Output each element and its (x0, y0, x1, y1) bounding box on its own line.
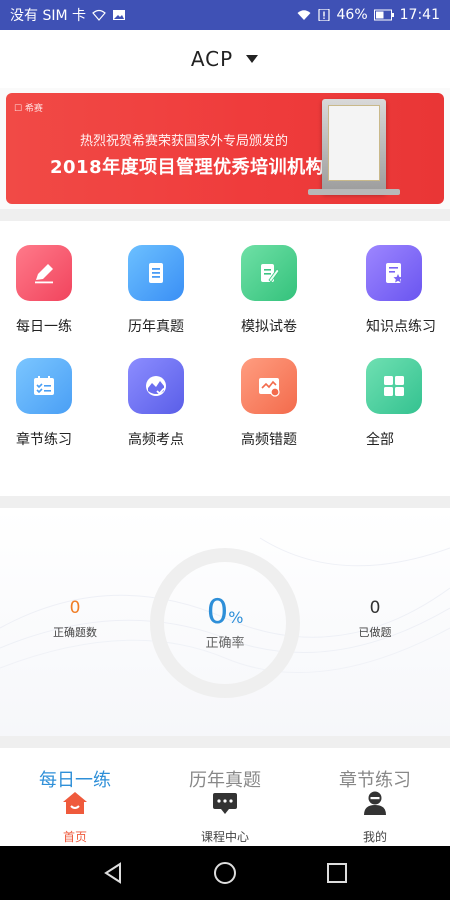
tab-course-center[interactable]: 历年真题 课程中心 (150, 748, 300, 846)
home-icon (63, 792, 87, 814)
banner-subtitle: 热烈祝贺希赛荣获国家外专局颁发的 (80, 134, 289, 149)
recents-icon[interactable] (323, 859, 351, 887)
banner-container: ☐ 希赛 热烈祝贺希赛荣获国家外专局颁发的 2018年度项目管理优秀培训机构 (0, 88, 450, 209)
grid-item-label: 章节练习 (16, 432, 72, 448)
course-selector[interactable]: ACP (0, 30, 450, 88)
status-bar: 没有 SIM 卡 46% 17:41 (0, 0, 450, 30)
rate-label: 正确率 (205, 636, 245, 651)
tab-bottom-label: 我的 (362, 830, 387, 844)
plaque-stand (308, 189, 400, 195)
page-title: ACP (190, 47, 234, 71)
clock: 17:41 (399, 7, 440, 23)
pencil-icon (16, 245, 72, 301)
grid-four-icon (366, 358, 422, 414)
wifi-signal-icon (297, 10, 311, 20)
grid-item-frequent-errors[interactable]: 高频错题 (225, 334, 337, 448)
stats-panel: 0 正确题数 0% 正确率 0 已做题 (0, 508, 450, 736)
tab-top-label: 每日一练 (39, 770, 111, 791)
wifi-icon (92, 9, 106, 21)
rate-unit: % (228, 608, 244, 627)
promo-banner[interactable]: ☐ 希赛 热烈祝贺希赛荣获国家外专局颁发的 2018年度项目管理优秀培训机构 (6, 93, 444, 204)
star-note-icon (366, 245, 422, 301)
battery-percent: 46% (336, 7, 368, 23)
grid-item-all[interactable]: 全部 (350, 334, 450, 448)
alert-icon (317, 9, 330, 21)
gauge-check-icon (128, 358, 184, 414)
tab-home[interactable]: 每日一练 首页 (0, 748, 150, 846)
grid-item-daily-practice[interactable]: 每日一练 (0, 221, 112, 335)
carrier-text: 没有 SIM 卡 (10, 8, 86, 24)
person-icon (364, 791, 386, 815)
divider (0, 496, 450, 508)
grid-item-label: 全部 (366, 432, 394, 448)
grid-item-label: 每日一练 (16, 319, 72, 335)
banner-title: 2018年度项目管理优秀培训机构 (50, 157, 325, 178)
back-icon[interactable] (100, 859, 128, 887)
grid-item-label: 模拟试卷 (241, 319, 297, 335)
done-count-label: 已做题 (358, 626, 392, 639)
grid-item-label: 历年真题 (128, 319, 184, 335)
grid-item-label: 知识点练习 (366, 319, 436, 335)
divider (0, 209, 450, 221)
stat-done-count: 0 已做题 (350, 598, 400, 640)
tab-bottom-label: 课程中心 (200, 830, 249, 844)
tab-bottom-label: 首页 (62, 830, 87, 844)
done-count-value: 0 (369, 598, 381, 618)
grid-item-label: 高频错题 (241, 432, 297, 448)
award-plaque-icon (322, 99, 386, 193)
correct-count-label: 正确题数 (53, 626, 97, 639)
banner-brand: ☐ 希赛 (14, 104, 43, 114)
tab-top-label: 章节练习 (339, 770, 411, 791)
system-navigation-bar (0, 846, 450, 900)
battery-icon (373, 9, 394, 21)
correct-count-value: 0 (69, 598, 81, 618)
image-icon (113, 10, 125, 20)
checklist-icon (16, 358, 72, 414)
document-icon (128, 245, 184, 301)
tab-mine[interactable]: 章节练习 我的 (300, 748, 450, 846)
bottom-tab-bar: 每日一练 首页 历年真题 课程中心 章节练习 我的 (0, 748, 450, 846)
tab-top-label: 历年真题 (189, 770, 261, 791)
home-circle-icon[interactable] (211, 859, 239, 887)
grid-item-chapter-practice[interactable]: 章节练习 (0, 334, 112, 448)
chat-bubble-icon (213, 793, 237, 814)
stat-correct-count: 0 正确题数 (50, 598, 100, 640)
grid-item-frequent-points[interactable]: 高频考点 (112, 334, 224, 448)
triangle-down-icon (246, 55, 259, 63)
grid-item-label: 高频考点 (128, 432, 184, 448)
divider (0, 736, 450, 748)
rate-value: 0 (206, 592, 229, 632)
grid-item-mock-exam[interactable]: 模拟试卷 (225, 221, 337, 335)
feature-grid: 每日一练 历年真题 模拟试卷 知识点练习 章节练习 高频考点 高频错题 全部 (0, 221, 450, 496)
chart-error-icon (241, 358, 297, 414)
stat-correct-rate: 0% 正确率 (150, 592, 300, 651)
grid-item-past-exams[interactable]: 历年真题 (112, 221, 224, 335)
grid-item-knowledge-practice[interactable]: 知识点练习 (350, 221, 450, 335)
edit-paper-icon (241, 245, 297, 301)
